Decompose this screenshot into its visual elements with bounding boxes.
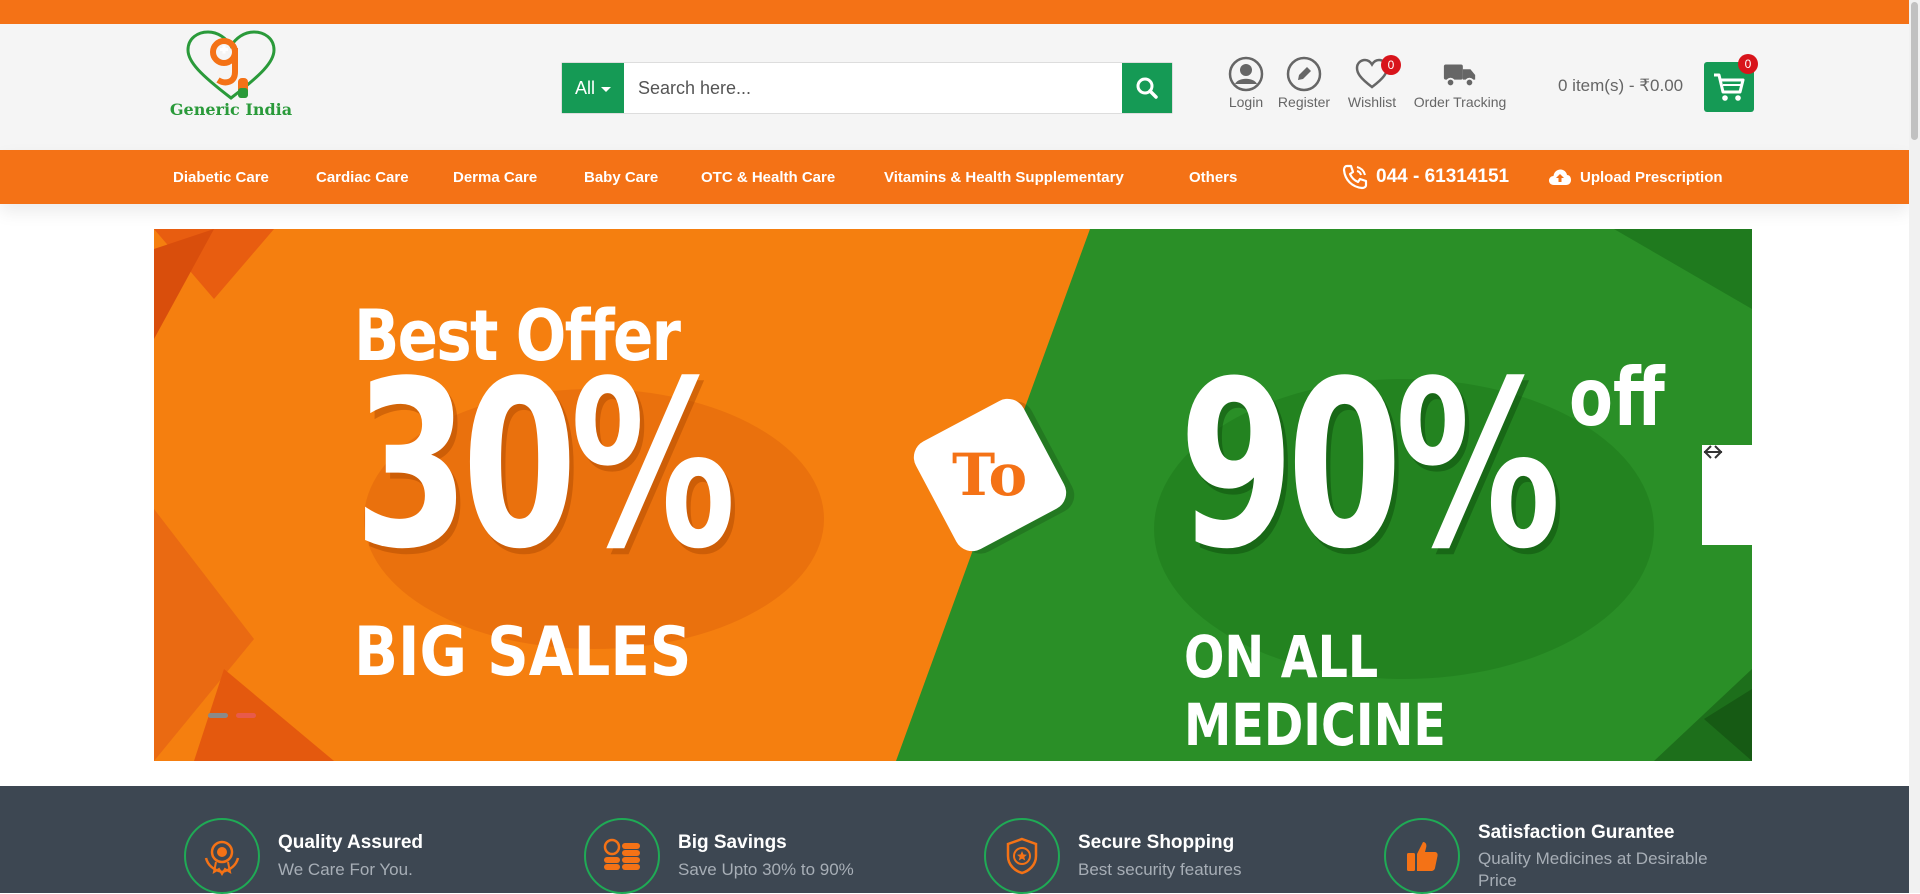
phone-contact[interactable]: 044 - 61314151 [1342,150,1509,204]
slider-dot-1[interactable] [208,713,228,718]
banner-30-percent-text: 30% [354,333,736,600]
login-label: Login [1228,94,1264,110]
nav-item-derma-care[interactable]: Derma Care [453,150,537,204]
slider-arrows [1702,445,1752,545]
nav-item-otc-health-care[interactable]: OTC & Health Care [701,150,835,204]
upload-prescription-button[interactable]: Upload Prescription [1548,150,1723,204]
upload-prescription-label: Upload Prescription [1580,168,1723,186]
feature-satisfaction-guarantee: Satisfaction Gurantee Quality Medicines … [1384,808,1764,894]
page-scrollbar[interactable] [1909,0,1920,893]
chevron-down-icon [601,87,611,92]
site-logo[interactable]: Generic India [166,30,296,126]
nav-item-cardiac-care[interactable]: Cardiac Care [316,150,409,204]
feature-big-savings: Big Savings Save Upto 30% to 90% [584,818,964,894]
banner-90-percent-text: 90% [1179,333,1561,600]
truck-icon [1442,56,1478,92]
shopping-cart-icon [1714,73,1745,101]
register-link[interactable]: Register [1276,56,1332,110]
nav-item-baby-care[interactable]: Baby Care [584,150,658,204]
feature-quality-assured: Quality Assured We Care For You. [184,818,564,894]
slider-prev-button[interactable] [1702,445,1752,545]
search-button[interactable] [1122,63,1172,113]
slider-dot-2[interactable] [236,713,256,718]
feature-title: Quality Assured [278,832,424,853]
wishlist-count-badge: 0 [1381,55,1401,75]
search-category-label: All [574,77,595,98]
edit-icon [1286,56,1322,92]
feature-subtitle: Save Upto 30% to 90% [678,860,854,879]
banner-big-sales-text: BIG SALES [354,613,692,692]
coins-icon [584,818,660,894]
feature-subtitle: Best security features [1078,860,1242,879]
login-link[interactable]: Login [1226,56,1266,110]
logo-heart-icon [186,30,276,100]
feature-subtitle: We Care For You. [278,860,413,879]
arrow-left-icon [1703,445,1722,459]
thumbs-up-icon [1384,818,1460,894]
banner-all-medicine-text: ON ALL MEDICINE [1184,623,1446,759]
scrollbar-thumb[interactable] [1911,2,1918,140]
phone-icon [1342,164,1368,190]
search-input[interactable] [624,63,1108,113]
phone-number: 044 - 61314151 [1376,166,1510,187]
search-bar: All [561,62,1173,114]
feature-title: Secure Shopping [1078,832,1235,853]
top-accent-bar [0,0,1909,24]
award-icon [184,818,260,894]
feature-secure-shopping: Secure Shopping Best security features [984,818,1364,894]
cart-summary[interactable]: 0 item(s) - ₹0.00 [1558,76,1683,96]
order-tracking-link[interactable]: Order Tracking [1410,56,1510,110]
user-icon [1228,56,1264,92]
cloud-upload-icon [1549,169,1571,185]
banner-off-text: off [1569,351,1665,444]
shield-icon [984,818,1060,894]
feature-subtitle: Quality Medicines at Desirable Price [1478,849,1708,890]
banner-to-text: To [952,441,1028,510]
nav-item-others[interactable]: Others [1189,150,1237,204]
wishlist-link[interactable]: Wishlist 0 [1344,55,1401,110]
feature-title: Satisfaction Gurantee [1478,822,1675,843]
search-category-dropdown[interactable]: All [562,63,624,113]
search-icon [1136,77,1158,99]
hero-banner-slider[interactable]: Best Offer 30% BIG SALES To 90% off ON A… [154,229,1752,761]
nav-item-vitamins[interactable]: Vitamins & Health Supplementary [884,150,1124,204]
cart-count-badge: 0 [1738,54,1758,74]
slider-dots [208,713,256,718]
logo-text: Generic India [169,100,293,119]
wishlist-label: Wishlist [1347,94,1397,110]
register-label: Register [1277,94,1331,110]
feature-title: Big Savings [678,832,787,853]
order-tracking-label: Order Tracking [1413,94,1507,110]
nav-item-diabetic-care[interactable]: Diabetic Care [173,150,269,204]
